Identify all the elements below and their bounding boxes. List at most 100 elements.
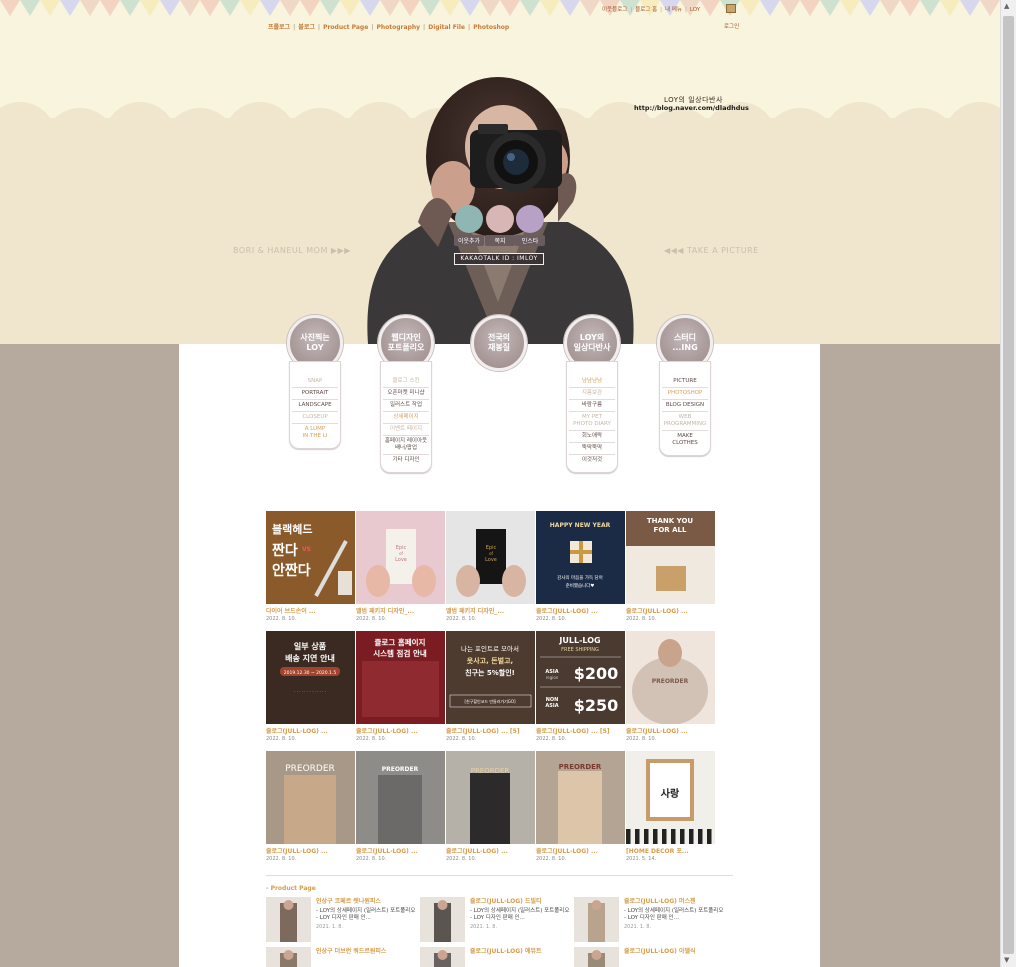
- blog-url[interactable]: http://blog.naver.com/dladhdus: [634, 104, 749, 112]
- submenu-item[interactable]: 회노애락: [569, 431, 615, 443]
- top-nav-link[interactable]: 프롤로그: [268, 24, 290, 31]
- submenu-item[interactable]: WEB PROGRAMMING: [662, 412, 708, 431]
- post-thumbnail[interactable]: PREORDER 쥴로그(JULL-LOG) ... 2022. 8. 10.: [266, 751, 355, 867]
- post-thumbnail[interactable]: HAPPY NEW YEAR 감사의 마음을 가득 담아 준비했습니다♥ 쥴로그(JU…: [536, 511, 625, 627]
- scroll-down-icon[interactable]: ▼: [1004, 956, 1009, 964]
- thumbnail-image[interactable]: PREORDER: [626, 631, 715, 724]
- submenu-item[interactable]: 지름보관: [569, 388, 615, 400]
- grid-menu-icon[interactable]: [726, 4, 736, 13]
- post-title[interactable]: 앨범 패키지 디자인_...: [446, 606, 535, 615]
- post-thumbnail[interactable]: THANK YOU FOR ALL 쥴로그(JULL-LOG) ... 2022. 8…: [626, 511, 715, 627]
- post-title[interactable]: 쥴로그(JULL-LOG) ...: [626, 606, 715, 615]
- submenu-item[interactable]: PORTRAIT: [292, 388, 338, 400]
- post-title[interactable]: 쥴로그(JULL-LOG) ... [5]: [536, 726, 625, 735]
- instagram-button[interactable]: 인스타: [515, 205, 545, 247]
- scrollbar[interactable]: ▲ ▼: [1000, 0, 1016, 967]
- top-nav-link[interactable]: Product Page: [323, 24, 368, 31]
- top-nav-link[interactable]: Digital File: [428, 24, 465, 31]
- product-thumbnail[interactable]: [574, 947, 619, 967]
- category-5[interactable]: 스터디 ...ING PICTURE PHOTOSHOP BLOG DESIGN WEB…: [657, 315, 713, 456]
- post-title[interactable]: 쥴로그(JULL-LOG) ...: [446, 846, 535, 855]
- user-menu-link[interactable]: 내 메뉴: [665, 7, 682, 13]
- post-thumbnail[interactable]: PREORDER 쥴로그(JULL-LOG) ... 2022. 8. 10.: [536, 751, 625, 867]
- top-nav-link[interactable]: Photoshop: [473, 24, 509, 31]
- post-thumbnail[interactable]: PREORDER 쥴로그(JULL-LOG) ... 2022. 8. 10.: [446, 751, 535, 867]
- submenu-item[interactable]: 오픈마켓 미니샵: [383, 388, 429, 400]
- thumbnail-image[interactable]: PREORDER: [356, 751, 445, 844]
- product-title[interactable]: 쥴로그(JULL-LOG) 에뮤트: [470, 948, 570, 956]
- user-menu-link[interactable]: 블로그 홈: [635, 7, 657, 13]
- post-title[interactable]: 쥴로그(JULL-LOG) ...: [626, 726, 715, 735]
- category-3[interactable]: 전국의 재봉질: [471, 315, 527, 371]
- product-item[interactable]: 인상구 더브런 쿼드르원피스: [266, 947, 416, 967]
- post-title[interactable]: 쥴로그(JULL-LOG) ...: [536, 606, 625, 615]
- category-4[interactable]: LOY의 일상다반사 냠냠냠냠 지름보관 바람구름 MY PET PHOTO DIARY…: [564, 315, 620, 473]
- login-link[interactable]: 로그인: [724, 22, 739, 30]
- thumbnail-image[interactable]: HAPPY NEW YEAR 감사의 마음을 가득 담아 준비했습니다♥: [536, 511, 625, 604]
- product-title[interactable]: 쥴로그(JULL-LOG) 드빌티: [470, 898, 570, 906]
- submenu-item[interactable]: 기타 디자인: [383, 455, 429, 466]
- submenu-item[interactable]: 상세페이지: [383, 412, 429, 424]
- submenu-item[interactable]: 일러스트 작업: [383, 400, 429, 412]
- product-thumbnail[interactable]: [574, 897, 619, 942]
- thumbnail-image[interactable]: THANK YOU FOR ALL: [626, 511, 715, 604]
- post-thumbnail[interactable]: Epic of Love 앨범 패키지 디자인_... 2022. 8. 10.: [446, 511, 535, 627]
- submenu-item[interactable]: PHOTOSHOP: [662, 388, 708, 400]
- product-item[interactable]: 쥴로그(JULL-LOG) 아델식: [574, 947, 724, 967]
- submenu-item[interactable]: BLOG DESIGN: [662, 400, 708, 412]
- top-nav-link[interactable]: 블로그: [298, 24, 315, 31]
- top-nav-link[interactable]: Photography: [376, 24, 420, 31]
- post-title[interactable]: 쥴로그(JULL-LOG) ... [5]: [446, 726, 535, 735]
- category-2[interactable]: 웹디자인 포트폴리오 블로그 스킨 오픈마켓 미니샵 일러스트 작업 상세페이지 이벤트 …: [378, 315, 434, 473]
- thumbnail-image[interactable]: JULL-LOG FREE SHIPPING ASIA region $200 NON AS…: [536, 631, 625, 724]
- submenu-item[interactable]: MY PET PHOTO DIARY: [569, 412, 615, 431]
- submenu-item[interactable]: 블로그 스킨: [383, 376, 429, 388]
- post-thumbnail[interactable]: PREORDER 쥴로그(JULL-LOG) ... 2022. 8. 10.: [356, 751, 445, 867]
- post-thumbnail[interactable]: 일부 상품 배송 지연 안내 2019.12.30 ~ 2020.1.5 · · · …: [266, 631, 355, 747]
- post-thumbnail[interactable]: Epic of Love 앨범 패키지 디자인_... 2022. 8. 10.: [356, 511, 445, 627]
- category-circle[interactable]: 전국의 재봉질: [471, 315, 527, 371]
- submenu-item[interactable]: A LUMP IN THE LI: [292, 424, 338, 442]
- thumbnail-image[interactable]: 사랑: [626, 751, 715, 844]
- product-thumbnail[interactable]: [420, 947, 465, 967]
- thumbnail-image[interactable]: 나는 포인트로 모아서 옷사고, 돈벌고, 친구는 5%할인! [친구할인코드 만들러…: [446, 631, 535, 724]
- post-thumbnail[interactable]: 사랑 [HOME DECOR 포... 2021. 5. 14.: [626, 751, 715, 867]
- product-title[interactable]: 쥴로그(JULL-LOG) 아델식: [624, 948, 724, 956]
- product-item[interactable]: 쥴로그(JULL-LOG) 에뮤트: [420, 947, 570, 967]
- post-title[interactable]: 쥴로그(JULL-LOG) ...: [356, 726, 445, 735]
- product-item[interactable]: 인상구 코페르 렛나원피스 - LOY의 상세페이지 (일러스트) 포트폴리오 -…: [266, 897, 416, 945]
- submenu-item[interactable]: LANDSCAPE: [292, 400, 338, 412]
- message-button[interactable]: 쪽지: [485, 205, 515, 247]
- post-title[interactable]: 쥴로그(JULL-LOG) ...: [536, 846, 625, 855]
- thumbnail-image[interactable]: 일부 상품 배송 지연 안내 2019.12.30 ~ 2020.1.5 · · · …: [266, 631, 355, 724]
- submenu-item[interactable]: MAKE CLOTHES: [662, 431, 708, 449]
- product-title[interactable]: 쥴로그(JULL-LOG) 머스첸: [624, 898, 724, 906]
- submenu-item[interactable]: 바람구름: [569, 400, 615, 412]
- submenu-item[interactable]: 냠냠냠냠: [569, 376, 615, 388]
- thumbnail-image[interactable]: 쥴로그 홈페이지 시스템 점검 안내: [356, 631, 445, 724]
- user-menu-link[interactable]: LOY: [690, 7, 700, 13]
- post-title[interactable]: 쥴로그(JULL-LOG) ...: [266, 846, 355, 855]
- thumbnail-image[interactable]: Epic of Love: [446, 511, 535, 604]
- submenu-item[interactable]: SNAP: [292, 376, 338, 388]
- product-item[interactable]: 쥴로그(JULL-LOG) 머스첸 - LOY의 상세페이지 (일러스트) 포트폴…: [574, 897, 724, 945]
- submenu-item[interactable]: 홈페이지 레이아웃 배너/팝업: [383, 436, 429, 455]
- thumbnail-image[interactable]: Epic of Love: [356, 511, 445, 604]
- product-item[interactable]: 쥴로그(JULL-LOG) 드빌티 - LOY의 상세페이지 (일러스트) 포트폴…: [420, 897, 570, 945]
- post-title[interactable]: [HOME DECOR 포...: [626, 846, 715, 855]
- submenu-item[interactable]: 이벤트 페이지: [383, 424, 429, 436]
- submenu-item[interactable]: 뚝딱뚝딱: [569, 443, 615, 455]
- product-thumbnail[interactable]: [420, 897, 465, 942]
- product-thumbnail[interactable]: [266, 897, 311, 942]
- post-thumbnail[interactable]: 쥴로그 홈페이지 시스템 점검 안내 쥴로그(JULL-LOG) ... 2022. …: [356, 631, 445, 747]
- thumbnail-image[interactable]: PREORDER: [536, 751, 625, 844]
- post-thumbnail[interactable]: PREORDER 쥴로그(JULL-LOG) ... 2022. 8. 10.: [626, 631, 715, 747]
- submenu-item[interactable]: PICTURE: [662, 376, 708, 388]
- product-title[interactable]: 인상구 더브런 쿼드르원피스: [316, 948, 416, 956]
- thumbnail-image[interactable]: PREORDER: [266, 751, 355, 844]
- submenu-item[interactable]: 이것저것: [569, 455, 615, 466]
- product-thumbnail[interactable]: [266, 947, 311, 967]
- post-title[interactable]: 앨범 패키지 디자인_...: [356, 606, 445, 615]
- post-title[interactable]: 다이어 브드손이 ...: [266, 606, 355, 615]
- user-menu-link[interactable]: 이웃블로그: [602, 7, 627, 13]
